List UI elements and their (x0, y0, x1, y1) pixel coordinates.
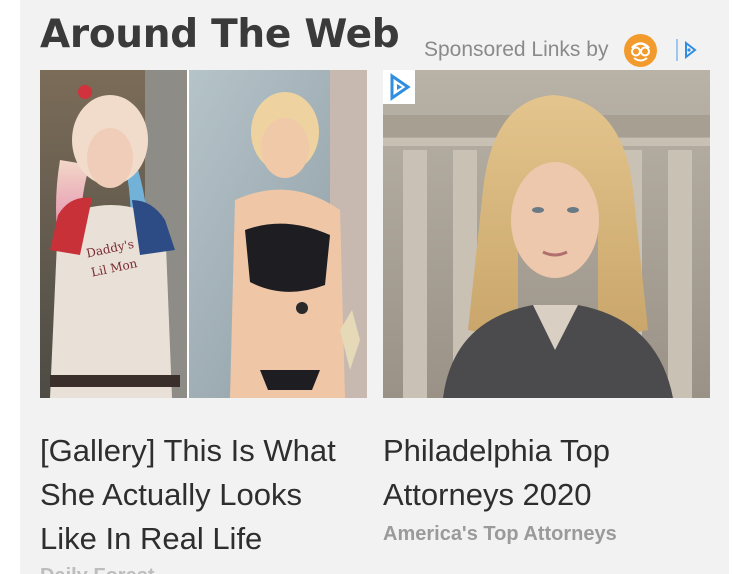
widget-heading: Around The Web (40, 12, 400, 57)
sponsored-links[interactable]: Sponsored Links by (424, 30, 698, 70)
card-source[interactable]: Daily Forest (40, 565, 367, 574)
card-gallery[interactable]: Daddy's Lil Mon [Gallery] This Is What S… (40, 70, 367, 574)
card-attorneys[interactable]: Philadelphia Top Attorneys 2020 America'… (383, 70, 710, 546)
play-badge-icon[interactable] (383, 70, 415, 104)
adchoices-icon[interactable] (683, 41, 698, 59)
sponsored-label[interactable]: Sponsored Links by (424, 38, 608, 62)
outbrain-reader-icon[interactable] (624, 33, 658, 67)
card-title[interactable]: [Gallery] This Is What She Actually Look… (40, 429, 367, 561)
divider (676, 39, 679, 61)
card-title[interactable]: Philadelphia Top Attorneys 2020 (383, 429, 710, 517)
card-image[interactable] (383, 70, 710, 398)
card-image[interactable]: Daddy's Lil Mon (40, 70, 367, 398)
sponsored-widget: Around The Web Sponsored Links by Daddy'… (20, 0, 729, 574)
card-source[interactable]: America's Top Attorneys (383, 523, 710, 546)
